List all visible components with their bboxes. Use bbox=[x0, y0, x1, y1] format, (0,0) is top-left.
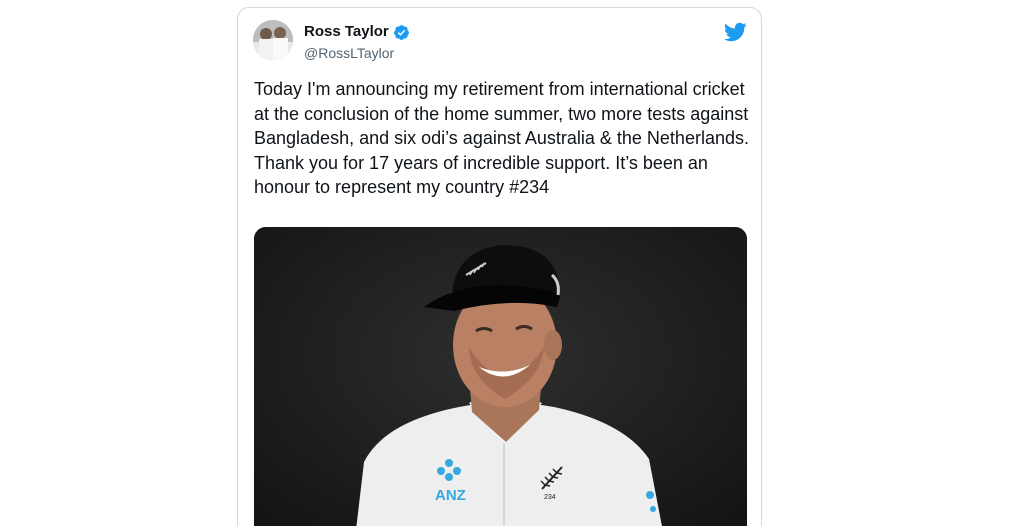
twitter-bird-icon[interactable] bbox=[723, 22, 747, 42]
shirt-number-text: 234 bbox=[544, 494, 556, 501]
author-name[interactable]: Ross Taylor bbox=[304, 23, 389, 41]
page: Ross Taylor @RossLTaylor Today I'm annou… bbox=[0, 0, 1024, 526]
verified-badge-icon bbox=[393, 24, 410, 41]
tweet-media-image[interactable]: ANZ 234 bbox=[254, 227, 747, 526]
tweet-card[interactable]: Ross Taylor @RossLTaylor Today I'm annou… bbox=[237, 7, 762, 526]
tweet-author: Ross Taylor @RossLTaylor bbox=[304, 23, 410, 62]
avatar[interactable] bbox=[253, 20, 293, 60]
author-handle[interactable]: @RossLTaylor bbox=[304, 44, 410, 62]
shirt-logo-text: ANZ bbox=[435, 487, 466, 504]
tweet-text: Today I'm announcing my retirement from … bbox=[254, 79, 754, 197]
